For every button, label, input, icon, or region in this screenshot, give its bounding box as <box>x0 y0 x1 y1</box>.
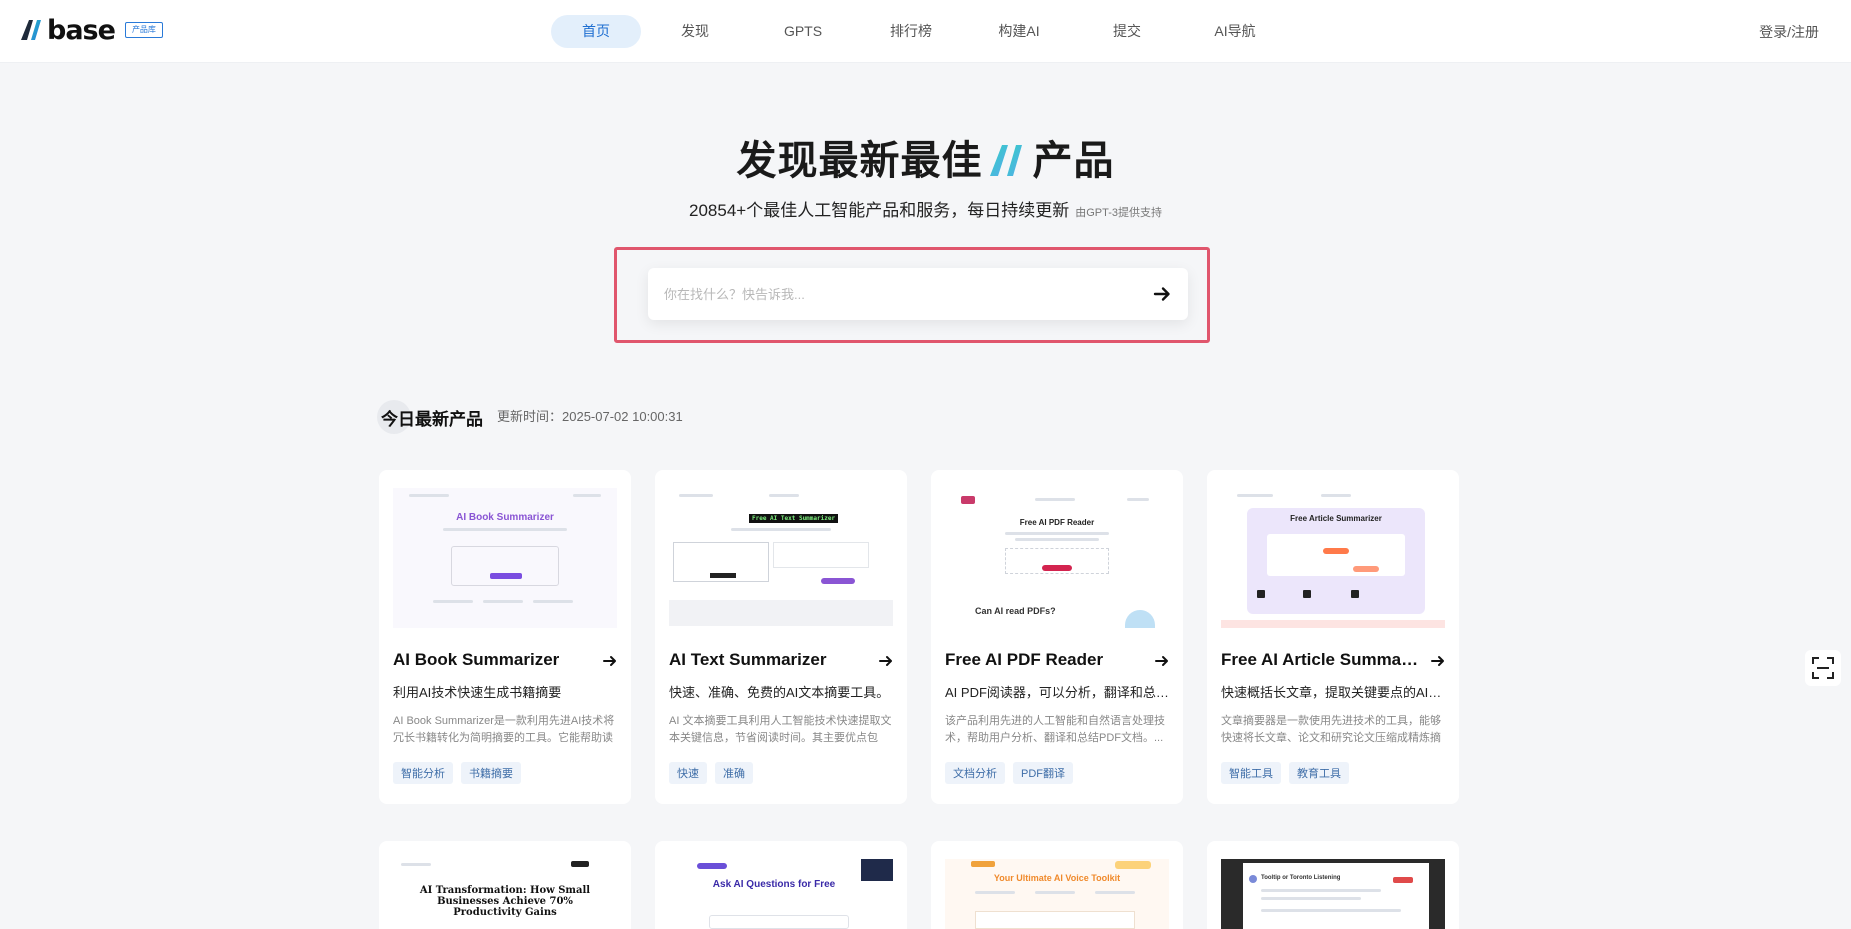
tag-chip[interactable]: 书籍摘要 <box>461 762 521 784</box>
thumbnail-title: Ask AI Questions for Free <box>712 879 836 890</box>
tag-chip[interactable]: PDF翻译 <box>1013 762 1073 784</box>
tag-chip[interactable]: 智能分析 <box>393 762 453 784</box>
product-card[interactable]: Free AI Text Summarizer AI Text Summariz… <box>655 470 907 804</box>
thumbnail-subtitle: Can AI read PDFs? <box>975 606 1056 616</box>
thumbnail-title: Free AI PDF Reader <box>1019 518 1095 527</box>
nav-item-gpts[interactable]: GPTS <box>749 15 857 48</box>
section-update-time: 更新时间：2025-07-02 10:00:31 <box>497 409 683 424</box>
powered-by-text: 由GPT-3提供支持 <box>1075 207 1162 219</box>
arrow-right-icon[interactable] <box>1155 654 1169 668</box>
nav-item-submit[interactable]: 提交 <box>1073 15 1181 48</box>
arrow-right-icon[interactable] <box>1431 654 1445 668</box>
tag-chip[interactable]: 智能工具 <box>1221 762 1281 784</box>
hero-title: 发现最新最佳 产品 <box>0 128 1851 186</box>
thumbnail-title: Tooltip or Toronto Listening <box>1261 875 1341 881</box>
product-card[interactable]: Your Ultimate AI Voice Toolkit <box>931 841 1183 929</box>
ai-logo-icon <box>989 145 1022 176</box>
section-title: 今日最新产品 <box>381 410 483 429</box>
product-thumbnail: Tooltip or Toronto Listening <box>1221 859 1445 929</box>
thumbnail-title: AI Transformation: How Small Businesses … <box>419 885 591 918</box>
hero-subtitle-text: 20854+个最佳人工智能产品和服务，每日持续更新 <box>689 201 1070 220</box>
thumbnail-title: AI Book Summarizer <box>456 512 554 523</box>
nav-item-discover[interactable]: 发现 <box>641 15 749 48</box>
product-tagline: 快速概括长文章，提取关键要点的AI工具 <box>1221 685 1445 700</box>
product-thumbnail: AI Book Summarizer <box>393 488 617 628</box>
arrow-right-icon[interactable] <box>1152 284 1172 304</box>
product-card[interactable]: AI Book Summarizer AI Book Summarizer 利用… <box>379 470 631 804</box>
tag-chip[interactable]: 文档分析 <box>945 762 1005 784</box>
search-input[interactable] <box>664 268 1124 320</box>
product-tags: 快速 准确 <box>669 762 753 784</box>
nav-item-build-ai[interactable]: 构建AI <box>965 15 1073 48</box>
product-tags: 智能工具 教育工具 <box>1221 762 1349 784</box>
product-title: AI Text Summarizer <box>669 650 827 669</box>
main-nav: 首页 发现 GPTS 排行榜 构建AI 提交 AI导航 <box>551 15 1289 48</box>
product-thumbnail: Free Article Summarizer <box>1221 488 1445 628</box>
login-register-link[interactable]: 登录/注册 <box>1759 22 1819 42</box>
product-card[interactable]: Free Article Summarizer Free AI Article … <box>1207 470 1459 804</box>
logo-text: base <box>47 14 116 46</box>
product-thumbnail: Ask AI Questions for Free <box>669 859 893 929</box>
top-header: base 产品库 首页 发现 GPTS 排行榜 构建AI 提交 AI导航 登录/… <box>0 0 1851 63</box>
thumbnail-title: Free AI Text Summarizer <box>749 514 839 523</box>
product-tagline: AI PDF阅读器，可以分析，翻译和总结PDF文件 <box>945 685 1169 700</box>
search-box <box>648 268 1188 320</box>
arrow-right-icon[interactable] <box>603 654 617 668</box>
nav-item-home[interactable]: 首页 <box>551 15 641 48</box>
logo-badge: 产品库 <box>124 22 163 38</box>
hero-title-before: 发现最新最佳 <box>736 139 983 183</box>
ai-logo-icon <box>21 20 41 40</box>
product-card[interactable]: AI Transformation: How Small Businesses … <box>379 841 631 929</box>
thumbnail-input-box <box>673 542 769 582</box>
hero-title-after: 产品 <box>1032 139 1115 183</box>
arrow-right-icon[interactable] <box>879 654 893 668</box>
product-tagline: 利用AI技术快速生成书籍摘要 <box>393 685 562 700</box>
product-card[interactable]: Ask AI Questions for Free <box>655 841 907 929</box>
thumbnail-upload-box <box>451 546 559 586</box>
product-thumbnail: Your Ultimate AI Voice Toolkit <box>945 859 1169 929</box>
product-title: Free AI PDF Reader <box>945 650 1104 669</box>
tag-chip[interactable]: 快速 <box>669 762 707 784</box>
product-description: AI Book Summarizer是一款利用先进AI技术将冗长书籍转化为简明摘… <box>393 715 615 744</box>
thumbnail-title: Your Ultimate AI Voice Toolkit <box>993 873 1121 883</box>
product-title: Free AI Article Summarizer <box>1221 650 1421 669</box>
hero-subtitle: 20854+个最佳人工智能产品和服务，每日持续更新 由GPT-3提供支持 <box>0 196 1851 221</box>
tag-chip[interactable]: 准确 <box>715 762 753 784</box>
thumbnail-title: Free Article Summarizer <box>1290 514 1382 523</box>
scan-fullscreen-button[interactable] <box>1805 650 1841 686</box>
site-logo[interactable]: base 产品库 <box>19 15 163 45</box>
nav-item-ai-nav[interactable]: AI导航 <box>1181 15 1289 48</box>
tag-chip[interactable]: 教育工具 <box>1289 762 1349 784</box>
product-thumbnail: Free AI Text Summarizer <box>669 488 893 628</box>
product-tags: 文档分析 PDF翻译 <box>945 762 1073 784</box>
product-tags: 智能分析 书籍摘要 <box>393 762 521 784</box>
nav-item-ranking[interactable]: 排行榜 <box>857 15 965 48</box>
product-description: AI 文本摘要工具利用人工智能技术快速提取文本关键信息，节省阅读时间。其主要优点… <box>669 715 892 744</box>
product-description: 文章摘要器是一款使用先进技术的工具，能够快速将长文章、论文和研究论文压缩成精炼摘… <box>1221 715 1441 744</box>
product-card[interactable]: Tooltip or Toronto Listening <box>1207 841 1459 929</box>
product-thumbnail: Free AI PDF Reader Can AI read PDFs? <box>945 488 1169 628</box>
scan-icon <box>1812 657 1834 679</box>
product-card[interactable]: Free AI PDF Reader Can AI read PDFs? Fre… <box>931 470 1183 804</box>
product-title: AI Book Summarizer <box>393 650 560 669</box>
product-description: 该产品利用先进的人工智能和自然语言处理技术，帮助用户分析、翻译和总结PDF文档。… <box>945 715 1165 744</box>
product-thumbnail: AI Transformation: How Small Businesses … <box>393 859 617 929</box>
product-tagline: 快速、准确、免费的AI文本摘要工具。 <box>669 685 890 700</box>
